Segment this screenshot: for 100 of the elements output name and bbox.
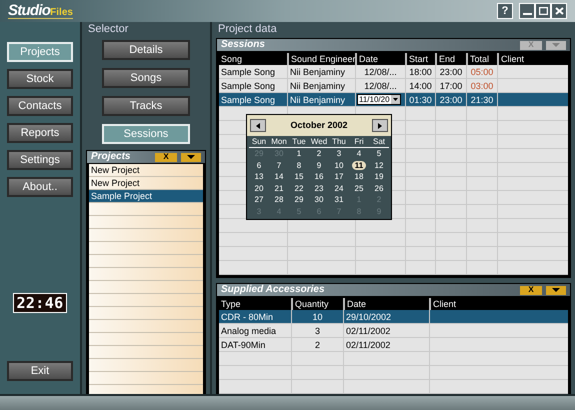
table-cell: 3: [291, 324, 343, 337]
table-cell: 12/08/...: [355, 65, 405, 78]
logo-text: Studio: [8, 3, 50, 18]
table-cell-text: Sample Song: [220, 66, 276, 78]
calendar-day[interactable]: 31: [332, 195, 346, 204]
calendar-day[interactable]: 11: [352, 160, 366, 170]
weekday-label: Sat: [372, 136, 386, 147]
dropdown-button[interactable]: [546, 286, 566, 294]
calendar-day[interactable]: 23: [312, 184, 326, 193]
caret-icon: [392, 98, 398, 101]
table-cell: 05:00: [466, 65, 497, 78]
nav-button[interactable]: Stock: [7, 69, 73, 89]
calendar-day[interactable]: 28: [272, 195, 286, 204]
calendar-day[interactable]: 9: [314, 160, 324, 170]
calendar-day[interactable]: 6: [254, 160, 264, 170]
calendar-day[interactable]: 27: [252, 195, 266, 204]
nav-button[interactable]: Reports: [7, 123, 73, 143]
table-cell: 14:00: [405, 79, 435, 92]
calendar-day[interactable]: 8: [294, 160, 304, 170]
table-cell: Nii Benjaminy: [287, 93, 355, 106]
calendar-day[interactable]: 4: [354, 149, 364, 158]
next-month-button[interactable]: [372, 119, 388, 132]
calendar-day[interactable]: 7: [274, 160, 284, 170]
dropdown-button[interactable]: [181, 152, 201, 162]
weekday-label: Tue: [291, 136, 307, 147]
calendar-day[interactable]: 2: [314, 149, 324, 158]
weekday-label: Wed: [310, 136, 328, 147]
nav-button[interactable]: Songs: [102, 68, 190, 88]
nav-button[interactable]: Contacts: [7, 96, 73, 116]
table-cell: Nii Benjaminy: [287, 65, 355, 78]
nav-button[interactable]: Tracks: [102, 96, 190, 116]
table-cell: 23:00: [435, 65, 466, 78]
close-button[interactable]: [551, 3, 567, 19]
calendar-day[interactable]: 25: [352, 184, 366, 193]
logo-text: Files: [50, 8, 73, 18]
exit-button[interactable]: Exit: [7, 361, 73, 381]
digital-clock: 22:46: [13, 293, 67, 313]
panel-title: Projects: [91, 152, 132, 162]
table-cell: 12/08/...: [355, 79, 405, 92]
calendar-day[interactable]: 17: [332, 172, 346, 182]
table-row[interactable]: DAT-90Min 2 02/11/2002: [219, 338, 568, 352]
calendar-day[interactable]: 20: [252, 184, 266, 193]
project-item[interactable]: Sample Project: [89, 190, 203, 203]
calendar-day[interactable]: 10: [332, 160, 346, 170]
minimize-button[interactable]: [519, 3, 535, 19]
calendar-day[interactable]: 12: [372, 160, 386, 170]
close-button[interactable]: X: [155, 152, 177, 162]
table-cell: 17:00: [435, 79, 466, 92]
previous-month-button[interactable]: [250, 119, 266, 132]
project-item[interactable]: New Project: [89, 164, 203, 177]
right-arrow-icon: [378, 122, 382, 128]
calendar-day[interactable]: 5: [374, 149, 384, 158]
calendar-day[interactable]: 26: [372, 184, 386, 193]
column-header[interactable]: Type: [219, 298, 291, 310]
calendar-day[interactable]: 22: [292, 184, 306, 193]
table-cell: 02/11/2002: [343, 338, 429, 351]
weekday-label: Fri: [353, 136, 365, 147]
close-button[interactable]: X: [520, 286, 542, 294]
calendar-day[interactable]: 3: [334, 149, 344, 158]
weekday-label: Mon: [270, 136, 288, 147]
maximize-button[interactable]: [535, 3, 551, 19]
close-icon: [554, 7, 564, 15]
maximize-icon: [538, 7, 548, 15]
calendar-day[interactable]: 13: [252, 172, 266, 182]
section-title: Selector: [88, 22, 130, 36]
nav-button[interactable]: Details: [102, 40, 190, 60]
panel-title: Sessions: [221, 40, 266, 50]
table-cell: 03:00: [466, 79, 497, 92]
weekday-label: Thu: [331, 136, 347, 147]
table-cell-text: Sample Song: [220, 80, 276, 92]
nav-button[interactable]: About..: [7, 177, 73, 197]
date-value: 11/10/20: [358, 96, 391, 104]
calendar-day[interactable]: 21: [272, 184, 286, 193]
table-cell: 2: [291, 338, 343, 351]
calendar-day[interactable]: 14: [272, 172, 286, 182]
nav-button[interactable]: Settings: [7, 150, 73, 170]
calendar-day[interactable]: 29: [292, 195, 306, 204]
caret-icon: [552, 43, 560, 47]
table-cell-text: Analog media: [220, 325, 278, 337]
table-cell: Nii Benjaminy: [287, 79, 355, 92]
calendar-day[interactable]: 16: [312, 172, 326, 182]
calendar-day[interactable]: 18: [352, 172, 366, 182]
calendar-day[interactable]: 30: [312, 195, 326, 204]
help-button[interactable]: ?: [497, 3, 513, 19]
table-cell-text: CDR - 80Min: [220, 311, 274, 323]
panel-title: Supplied Accessories: [221, 285, 326, 295]
caret-icon: [552, 288, 560, 292]
caret-icon: [187, 155, 195, 159]
table-cell: 10: [291, 310, 343, 323]
calendar-day[interactable]: 15: [292, 172, 306, 182]
table-row[interactable]: Analog media 3 02/11/2002: [219, 324, 568, 338]
table-row[interactable]: CDR - 80Min 10 29/10/2002: [219, 310, 568, 324]
table-cell: 21:30: [466, 93, 497, 106]
calendar-day[interactable]: 19: [372, 172, 386, 182]
table-cell: 29/10/2002: [343, 310, 429, 323]
calendar-day[interactable]: 24: [332, 184, 346, 193]
month-title: October 2002: [290, 118, 348, 132]
table-cell: 02/11/2002: [343, 324, 429, 337]
table-cell-text: DAT-90Min: [220, 339, 266, 351]
calendar-day[interactable]: 1: [294, 149, 304, 158]
